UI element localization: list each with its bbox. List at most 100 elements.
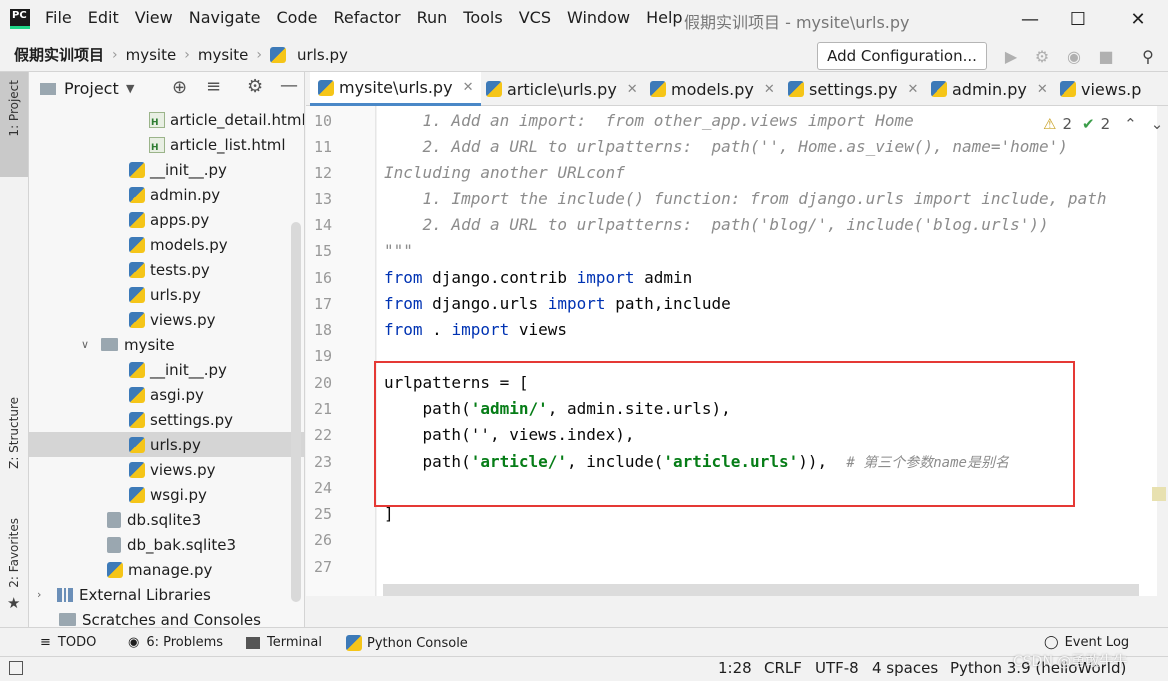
line-number: 14 [313, 216, 332, 234]
tab-settings[interactable]: settings.py ✕ [780, 72, 926, 106]
close-icon[interactable]: ✕ [463, 80, 474, 95]
menu-run[interactable]: Run [417, 8, 448, 27]
tab-models[interactable]: models.py ✕ [642, 72, 783, 106]
code-editor[interactable]: 1. Add an import: from other_app.views i… [377, 106, 1157, 596]
breadcrumb-file[interactable]: urls.py [297, 46, 348, 64]
close-window-button[interactable]: ✕ [1118, 4, 1158, 34]
keyword: from [384, 268, 423, 287]
todo-tool-tab[interactable]: ≡ TODO [40, 635, 96, 650]
tree-item-article-urls[interactable]: urls.py [129, 282, 201, 307]
menu-vcs[interactable]: VCS [519, 8, 551, 27]
breadcrumb-mysite[interactable]: mysite [198, 46, 249, 64]
close-icon[interactable]: ✕ [908, 82, 919, 97]
tab-admin[interactable]: admin.py ✕ [923, 72, 1056, 106]
tree-item-mysite-views[interactable]: views.py [129, 457, 216, 482]
menu-file[interactable]: File [45, 8, 72, 27]
tree-item-scratches[interactable]: Scratches and Consoles [59, 607, 261, 627]
keyword: import [576, 268, 635, 287]
tree-item-tests[interactable]: tests.py [129, 257, 210, 282]
problems-tool-tab[interactable]: ◉ 6: Problems [128, 635, 223, 650]
chevron-up-icon[interactable]: ⌃ [1124, 115, 1137, 133]
debug-icon[interactable]: ⚙ [1031, 45, 1053, 67]
tree-item-article-init[interactable]: __init__.py [129, 157, 227, 182]
file-encoding[interactable]: UTF-8 [815, 659, 859, 677]
locate-file-icon[interactable]: ⊕ [172, 77, 187, 98]
project-scrollbar[interactable] [291, 222, 301, 602]
menu-tools[interactable]: Tools [463, 8, 502, 27]
editor-tab-bar: mysite\urls.py ✕ article\urls.py ✕ models.… [306, 72, 1168, 106]
line-number: 26 [313, 531, 332, 549]
tree-item-mysite-folder[interactable]: ∨ mysite [81, 332, 175, 357]
project-tool-tab[interactable]: 1: Project [0, 72, 28, 177]
collapse-all-icon[interactable]: ≡ [206, 76, 221, 97]
tab-article-urls[interactable]: article\urls.py ✕ [478, 72, 646, 106]
editor-horizontal-scrollbar[interactable] [383, 584, 1139, 596]
line-number: 12 [313, 164, 332, 182]
python-file-icon [931, 81, 947, 97]
menu-view[interactable]: View [135, 8, 173, 27]
tab-mysite-urls[interactable]: mysite\urls.py ✕ [310, 72, 482, 106]
menu-edit[interactable]: Edit [88, 8, 119, 27]
tree-item-admin[interactable]: admin.py [129, 182, 220, 207]
stop-icon[interactable]: ■ [1095, 45, 1117, 67]
breadcrumb-mysite-root[interactable]: mysite [126, 46, 177, 64]
line-number: 17 [313, 295, 332, 313]
tree-item-label: models.py [150, 235, 228, 254]
tree-item-apps[interactable]: apps.py [129, 207, 209, 232]
close-icon[interactable]: ✕ [627, 82, 638, 97]
tree-item-label: wsgi.py [150, 485, 207, 504]
tab-views[interactable]: views.p [1052, 72, 1149, 106]
maximize-button[interactable]: ☐ [1058, 4, 1098, 34]
hide-panel-icon[interactable]: — [280, 75, 298, 96]
tree-item-external-libraries[interactable]: › External Libraries [37, 582, 211, 607]
chevron-down-icon[interactable]: ▼ [126, 82, 134, 95]
run-icon[interactable]: ▶ [1000, 45, 1022, 67]
tree-item-wsgi[interactable]: wsgi.py [129, 482, 207, 507]
tree-item-asgi[interactable]: asgi.py [129, 382, 204, 407]
red-highlight-annotation [374, 361, 1075, 507]
tree-item-settings[interactable]: settings.py [129, 407, 233, 432]
menu-window[interactable]: Window [567, 8, 630, 27]
terminal-tool-tab[interactable]: Terminal [246, 635, 322, 650]
caret-position[interactable]: 1:28 [718, 659, 752, 677]
menu-code[interactable]: Code [277, 8, 318, 27]
toggle-tool-windows-icon[interactable] [9, 661, 23, 675]
search-icon[interactable]: ⚲ [1137, 45, 1159, 67]
coverage-icon[interactable]: ◉ [1063, 45, 1085, 67]
tree-item-manage[interactable]: manage.py [107, 557, 212, 582]
tree-item-mysite-init[interactable]: __init__.py [129, 357, 227, 382]
event-log-tool-tab[interactable]: ◯ Event Log [1044, 635, 1129, 650]
tree-item-article-list[interactable]: article_list.html [149, 132, 286, 157]
code-line-13: 1. Import the include() function: from d… [384, 189, 1107, 208]
status-bar: 1:28 CRLF UTF-8 4 spaces Python 3.9 (hel… [0, 656, 1168, 681]
tree-item-article-detail[interactable]: article_detail.html [149, 107, 304, 132]
tree-item-article-views[interactable]: views.py [129, 307, 216, 332]
line-number: 19 [313, 347, 332, 365]
code-text: django.contrib [422, 268, 577, 287]
project-view-selector[interactable]: Project [64, 79, 119, 98]
line-separator[interactable]: CRLF [764, 659, 802, 677]
chevron-down-icon[interactable]: ∨ [81, 338, 95, 351]
structure-tool-tab[interactable]: Z: Structure [7, 397, 21, 469]
python-console-tool-tab[interactable]: Python Console [346, 635, 468, 651]
chevron-down-icon[interactable]: ⌄ [1151, 115, 1164, 133]
tree-item-models[interactable]: models.py [129, 232, 228, 257]
indent-setting[interactable]: 4 spaces [872, 659, 938, 677]
favorites-tool-tab[interactable]: 2: Favorites [7, 518, 21, 588]
tree-item-db[interactable]: db.sqlite3 [107, 507, 201, 532]
chevron-right-icon[interactable]: › [37, 588, 51, 601]
breadcrumb-project[interactable]: 假期实训项目 [14, 44, 104, 65]
minimize-button[interactable]: — [1010, 4, 1050, 34]
gear-icon[interactable]: ⚙ [247, 76, 263, 97]
add-configuration-button[interactable]: Add Configuration... [817, 42, 987, 70]
close-icon[interactable]: ✕ [1037, 82, 1048, 97]
close-icon[interactable]: ✕ [764, 82, 775, 97]
menu-refactor[interactable]: Refactor [333, 8, 400, 27]
code-text: django.urls [422, 294, 548, 313]
menu-navigate[interactable]: Navigate [189, 8, 261, 27]
menu-help[interactable]: Help [646, 8, 682, 27]
check-icon: ✔ [1082, 115, 1095, 133]
tree-item-db-bak[interactable]: db_bak.sqlite3 [107, 532, 236, 557]
inspection-widget[interactable]: ⚠ 2 ✔ 2 ⌃ ⌄ [1043, 115, 1163, 133]
tree-item-mysite-urls[interactable]: urls.py [129, 432, 201, 457]
